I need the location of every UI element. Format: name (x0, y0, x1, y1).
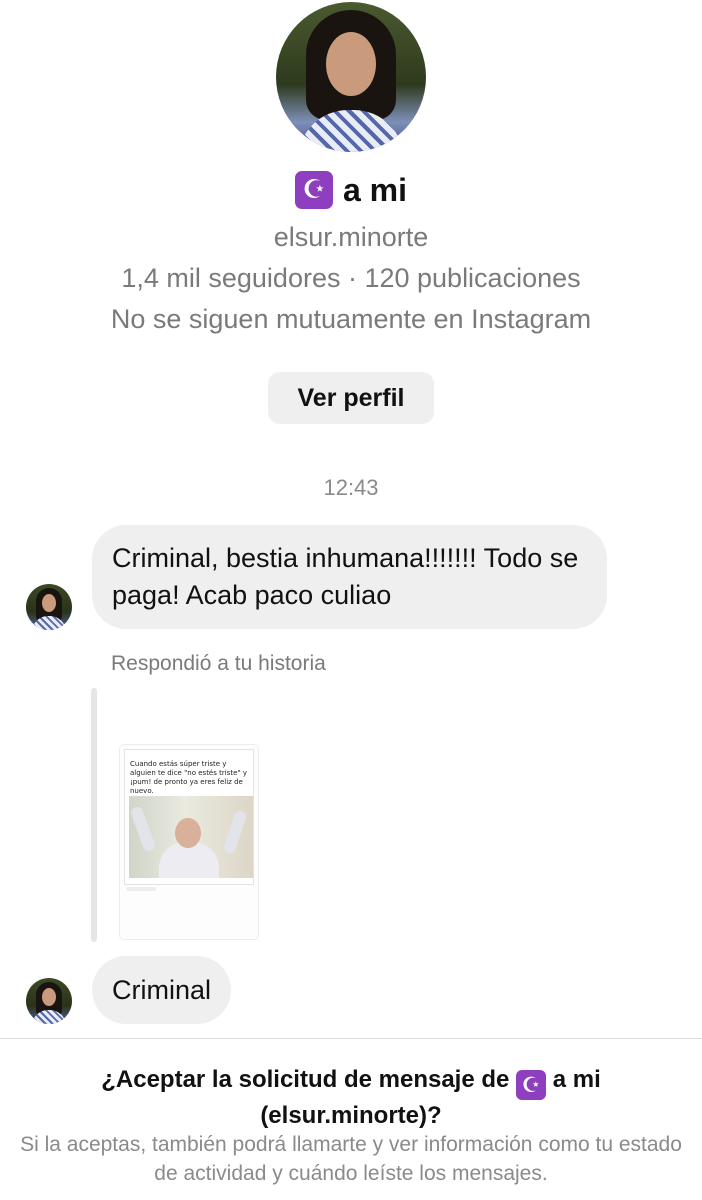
request-title: ¿Aceptar la solicitud de mensaje de ☪ a … (20, 1064, 682, 1132)
meme-person-head (175, 818, 201, 848)
message-bubble[interactable]: Criminal (92, 956, 232, 1024)
request-title-username: (elsur.minorte)? (260, 1102, 442, 1129)
profile-display-name: a mi (342, 171, 408, 208)
replied-to-story-label: Respondió a tu historia (111, 652, 326, 675)
story-caption: Cuando estás súper triste y alguien te d… (130, 760, 247, 795)
story-thumbnail[interactable]: Cuando estás súper triste y alguien te d… (120, 745, 258, 939)
request-title-name: a mi (552, 1066, 601, 1093)
mutual-follow-status: No se siguen mutuamente en Instagram (110, 304, 592, 334)
star-crescent-icon: ☪ (294, 171, 333, 209)
dm-request-screen: ☪ a mi elsur.minorte 1,4 mil seguidores … (0, 0, 702, 1200)
request-title-prefix: ¿Aceptar la solicitud de mensaje de (101, 1066, 510, 1093)
request-description: Si la aceptas, también podrá llamarte y … (20, 1133, 682, 1185)
story-post: Cuando estás súper triste y alguien te d… (124, 749, 254, 885)
meme-arm (222, 809, 248, 855)
message-bubble[interactable]: Criminal, bestia inhumana!!!!!!! Todo se… (92, 525, 607, 629)
profile-avatar[interactable] (276, 2, 426, 152)
sender-avatar[interactable] (26, 584, 72, 630)
view-profile-button[interactable]: Ver perfil (268, 372, 434, 424)
story-footer-mark (126, 887, 156, 891)
panel-divider (0, 1038, 702, 1039)
meme-arm (129, 805, 157, 853)
story-meme-image (129, 796, 253, 878)
reply-quote-bar (91, 688, 97, 942)
sender-avatar[interactable] (26, 978, 72, 1024)
avatar-face (326, 32, 376, 96)
profile-username: elsur.minorte (273, 222, 429, 252)
profile-name-row: ☪ a mi (0, 168, 702, 212)
avatar-face (42, 594, 56, 612)
star-crescent-icon: ☪ (516, 1070, 547, 1100)
message-timestamp: 12:43 (323, 475, 379, 500)
avatar-face (42, 988, 56, 1006)
profile-stats: 1,4 mil seguidores · 120 publicaciones (121, 263, 581, 293)
